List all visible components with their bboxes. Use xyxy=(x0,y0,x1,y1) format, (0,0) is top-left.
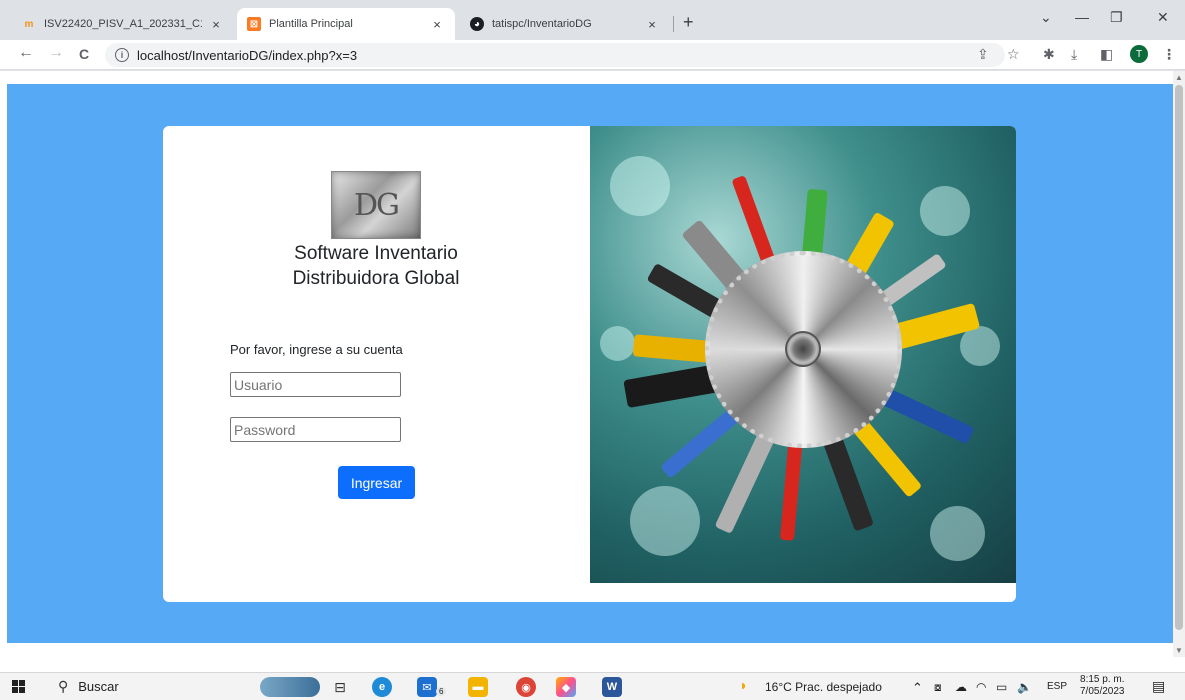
word-icon[interactable]: W xyxy=(602,677,622,697)
clock-time: 8:15 p. m. xyxy=(1080,674,1125,685)
wifi-icon[interactable]: ◠ xyxy=(976,680,986,694)
address-bar[interactable]: i localhost/InventarioDG/index.php?x=3 xyxy=(105,43,1005,67)
tab-title: ISV22420_PISV_A1_202331_C12_ xyxy=(44,18,202,30)
tab-title: Plantilla Principal xyxy=(269,18,353,30)
task-view-icon[interactable]: ⊟ xyxy=(330,677,350,697)
new-tab-button[interactable]: + xyxy=(683,12,694,33)
clock-date: 7/05/2023 xyxy=(1080,686,1125,697)
app-icon[interactable]: ◆ xyxy=(556,677,576,697)
page-scrollbar[interactable]: ▲ ▼ xyxy=(1173,71,1185,657)
tab-moodle[interactable]: m ISV22420_PISV_A1_202331_C12_ × xyxy=(12,8,234,40)
share-icon[interactable]: ⇪ xyxy=(977,46,989,63)
extensions-icon[interactable]: ✱ xyxy=(1043,46,1055,63)
forward-button[interactable]: → xyxy=(48,44,64,62)
notifications-icon[interactable]: ▤ xyxy=(1152,678,1165,695)
app-title-line1: Software Inventario xyxy=(294,243,458,264)
tab-strip: m ISV22420_PISV_A1_202331_C12_ × ⊠ Plant… xyxy=(0,0,1185,40)
scroll-up-icon[interactable]: ▲ xyxy=(1175,73,1183,82)
taskbar-clock[interactable]: 8:15 p. m. 7/05/2023 xyxy=(1080,674,1125,698)
windows-start-icon[interactable] xyxy=(12,680,25,693)
file-explorer-icon[interactable]: ▬ xyxy=(468,677,488,697)
star-icon[interactable]: ☆ xyxy=(1007,46,1020,63)
weather-text[interactable]: 16°C Prac. despejado xyxy=(765,680,882,694)
sidepanel-icon[interactable]: ◧ xyxy=(1100,46,1113,63)
back-button[interactable]: ← xyxy=(18,44,34,62)
language-indicator[interactable]: ESP xyxy=(1047,681,1067,692)
tools-hero-image xyxy=(590,126,1016,583)
tray-app-icon[interactable]: ⧇ xyxy=(934,680,942,695)
tab-github[interactable]: ◕ tatispc/InventarioDG × xyxy=(460,8,670,40)
saw-hub xyxy=(785,331,821,367)
profile-avatar[interactable]: T xyxy=(1130,45,1148,63)
mail-badge: 6 xyxy=(436,687,447,696)
restore-button[interactable]: ❐ xyxy=(1110,9,1123,26)
page-bottom-strip xyxy=(0,657,1185,672)
address-text: localhost/InventarioDG/index.php?x=3 xyxy=(137,47,358,63)
seal-widget-icon[interactable] xyxy=(260,677,320,697)
close-tab-icon[interactable]: × xyxy=(208,17,224,32)
site-info-icon[interactable]: i xyxy=(115,48,129,62)
moodle-icon: m xyxy=(24,18,34,30)
app-title: Software Inventario Distribuidora Global xyxy=(233,241,519,291)
battery-icon[interactable]: ▭ xyxy=(996,680,1007,694)
xampp-icon: ⊠ xyxy=(247,17,261,31)
weather-icon: ◑ xyxy=(738,677,747,693)
download-icon[interactable]: ⤓ xyxy=(1071,46,1077,63)
login-prompt: Por favor, ingrese a su cuenta xyxy=(230,342,403,357)
windows-taskbar: ⚲ Buscar ⊟ e ✉ 6 ▬ ◉ ◆ W ◑ 16°C Prac. de… xyxy=(0,672,1185,700)
reload-button[interactable]: C xyxy=(79,46,89,62)
scroll-down-icon[interactable]: ▼ xyxy=(1175,646,1183,655)
browser-toolbar: ← → C i localhost/InventarioDG/index.php… xyxy=(0,40,1185,70)
tab-plantilla-principal[interactable]: ⊠ Plantilla Principal × xyxy=(237,8,455,40)
volume-icon[interactable]: 🔈 xyxy=(1017,680,1032,694)
tray-overflow-icon[interactable]: ⌃ xyxy=(912,680,923,696)
company-logo: DG xyxy=(331,171,421,239)
tab-separator xyxy=(673,16,674,32)
login-button[interactable]: Ingresar xyxy=(338,466,415,499)
login-card: DG Software Inventario Distribuidora Glo… xyxy=(163,126,1016,602)
tab-search-icon[interactable]: ⌄ xyxy=(1040,9,1052,26)
onedrive-icon[interactable]: ☁ xyxy=(955,680,967,694)
page-background: DG Software Inventario Distribuidora Glo… xyxy=(7,84,1173,643)
edge-icon[interactable]: e xyxy=(372,677,392,697)
minimize-button[interactable]: — xyxy=(1075,9,1089,25)
close-tab-icon[interactable]: × xyxy=(429,17,445,32)
search-icon: ⚲ xyxy=(58,678,69,694)
tab-title: tatispc/InventarioDG xyxy=(492,18,592,30)
close-tab-icon[interactable]: × xyxy=(644,17,660,32)
mail-icon[interactable]: ✉ xyxy=(417,677,437,697)
chrome-icon[interactable]: ◉ xyxy=(516,677,536,697)
close-window-button[interactable]: ✕ xyxy=(1157,9,1169,26)
taskbar-search[interactable]: ⚲ Buscar xyxy=(58,678,119,695)
app-title-line2: Distribuidora Global xyxy=(292,268,460,289)
search-label: Buscar xyxy=(78,679,119,694)
scrollbar-thumb[interactable] xyxy=(1175,85,1183,630)
page-viewport: DG Software Inventario Distribuidora Glo… xyxy=(0,71,1173,657)
password-input[interactable] xyxy=(230,417,401,442)
github-icon: ◕ xyxy=(470,17,484,31)
username-input[interactable] xyxy=(230,372,401,397)
menu-icon[interactable]: ⋮ xyxy=(1162,46,1176,63)
